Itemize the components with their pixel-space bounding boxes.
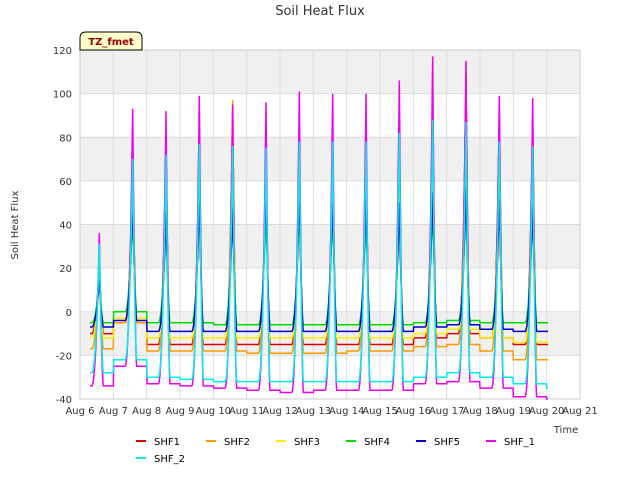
y-tick-label: 80 [59, 133, 72, 144]
legend-item-label: SHF3 [294, 437, 320, 448]
x-tick-label: Aug 21 [562, 406, 597, 417]
x-axis-ticks: Aug 6 Aug 7 Aug 8 Aug 9 Aug 10Aug 11Aug 12Au… [65, 406, 597, 417]
x-tick-label: Aug 9 [165, 406, 194, 417]
x-tick-label: Aug 10 [196, 406, 231, 417]
background-band [80, 137, 580, 181]
x-tick-label: Aug 12 [262, 406, 297, 417]
x-tick-label: Aug 19 [496, 406, 531, 417]
legend-item-label: SHF5 [434, 437, 460, 448]
x-tick-label: Aug 8 [132, 406, 161, 417]
x-axis-label: Time [553, 425, 578, 436]
background-band [80, 180, 580, 225]
x-tick-label: Aug 20 [529, 406, 564, 417]
tz-annotation-label: TZ_fmet [88, 37, 134, 48]
x-tick-label: Aug 17 [429, 406, 464, 417]
x-tick-label: Aug 7 [99, 406, 128, 417]
background-band [80, 93, 580, 138]
legend-item-label: SHF_2 [154, 454, 185, 465]
legend-item-label: SHF_1 [504, 437, 535, 448]
chart-title: Soil Heat Flux [275, 4, 365, 19]
legend: SHF1 SHF2 SHF3 SHF4 SHF5 SHF_1 SHF_2 [136, 437, 535, 465]
y-tick-label: 100 [53, 90, 72, 101]
x-tick-label: Aug 15 [362, 406, 397, 417]
background-band [80, 50, 580, 94]
y-tick-label: 20 [59, 264, 72, 275]
x-tick-label: Aug 16 [396, 406, 431, 417]
x-tick-label: Aug 14 [329, 406, 364, 417]
y-axis-label: Soil Heat Flux [10, 190, 21, 259]
y-tick-label: 40 [59, 221, 72, 232]
y-axis-ticks: -40 -20 0 20 40 60 80 100 120 [53, 46, 72, 406]
y-tick-label: 120 [53, 46, 72, 57]
y-tick-label: -40 [56, 395, 72, 406]
legend-item-label: SHF4 [364, 437, 390, 448]
legend-item-label: SHF2 [224, 437, 250, 448]
legend-item-label: SHF1 [154, 437, 180, 448]
y-tick-label: -20 [56, 351, 72, 362]
background-band [80, 311, 580, 356]
x-tick-label: Aug 13 [296, 406, 331, 417]
y-tick-label: 60 [59, 177, 72, 188]
x-tick-label: Aug 18 [462, 406, 497, 417]
y-tick-label: 0 [66, 308, 72, 319]
chart-canvas: Soil Heat Flux -40 -20 0 20 40 60 80 100 120 Aug… [10, 4, 598, 465]
x-tick-label: Aug 11 [229, 406, 264, 417]
tz-annotation: TZ_fmet [79, 31, 143, 51]
x-tick-label: Aug 6 [65, 406, 94, 417]
